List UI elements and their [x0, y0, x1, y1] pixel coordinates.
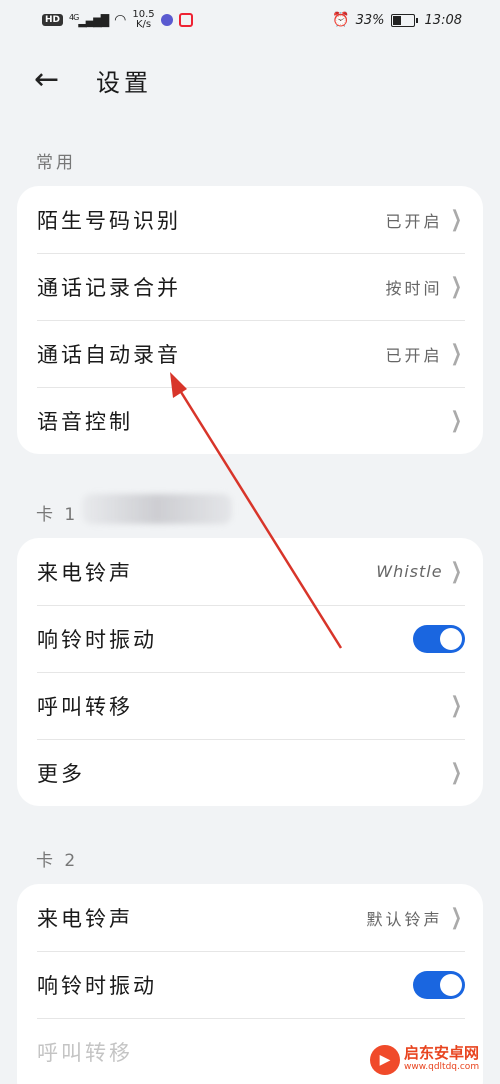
- annotation-arrow-head: [170, 372, 187, 398]
- annotation-arrow: [170, 372, 343, 649]
- watermark: ▶ 启东安卓网 www.qdltdq.com: [370, 1036, 500, 1084]
- annotation-arrow-line: [174, 383, 343, 649]
- watermark-url: www.qdltdq.com: [404, 1062, 480, 1072]
- watermark-text: 启东安卓网: [404, 1044, 480, 1062]
- watermark-logo-icon: ▶: [370, 1045, 400, 1075]
